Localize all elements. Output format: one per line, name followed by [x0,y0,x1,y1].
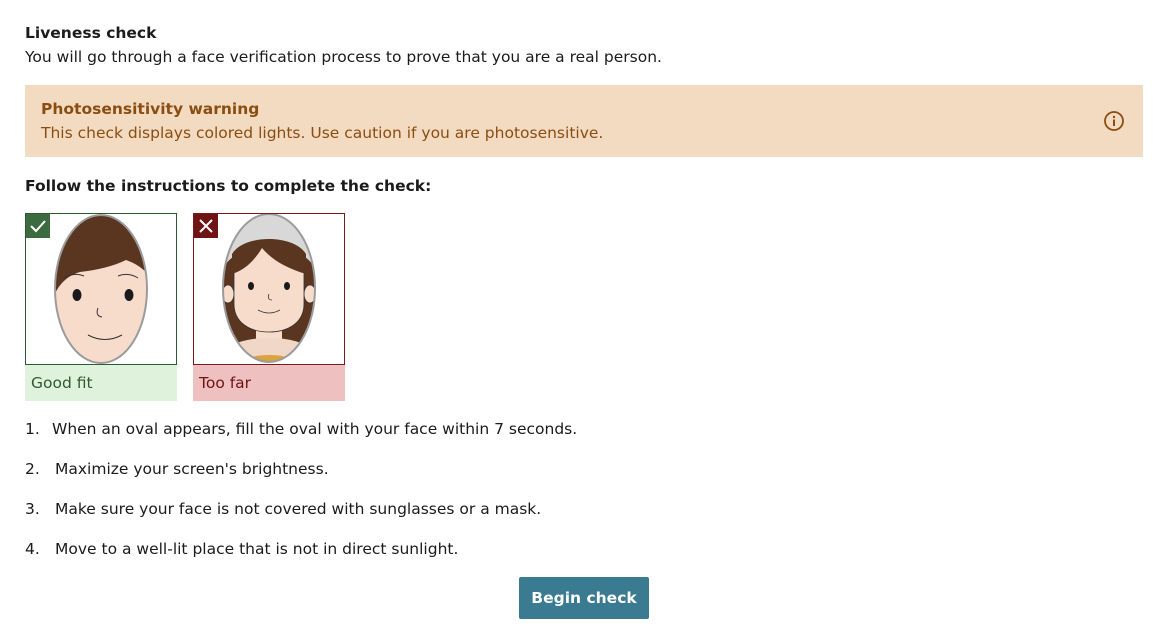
instruction-item: 4. Move to a well-lit place that is not … [25,538,577,578]
step-number: 2. [25,460,40,478]
step-text: Move to a well-lit place that is not in … [55,540,459,558]
photosensitivity-warning: Photosensitivity warning This check disp… [25,85,1143,157]
step-number: 3. [25,500,40,518]
instruction-list: 1. When an oval appears, fill the oval w… [25,418,577,578]
too-far-label: Too far [193,365,345,401]
liveness-header: Liveness check You will go through a fac… [25,22,1143,69]
instruction-item: 1. When an oval appears, fill the oval w… [25,418,577,458]
step-number: 4. [25,540,40,558]
info-icon[interactable] [1103,110,1125,132]
warning-title: Photosensitivity warning [41,100,260,118]
x-icon [194,214,218,238]
instruction-item: 2. Maximize your screen's brightness. [25,458,577,498]
begin-check-button[interactable]: Begin check [519,577,649,619]
instruction-item: 3. Make sure your face is not covered wi… [25,498,577,538]
page-subtitle: You will go through a face verification … [25,48,662,66]
instructions-heading: Follow the instructions to complete the … [25,177,432,195]
step-text: When an oval appears, fill the oval with… [52,420,578,438]
good-fit-image [25,213,177,365]
checkmark-icon [26,214,50,238]
page-title: Liveness check [25,24,157,42]
too-far-image [193,213,345,365]
good-fit-label: Good fit [25,365,177,401]
example-too-far: Too far [193,213,345,401]
step-number: 1. [25,420,40,438]
step-text: Make sure your face is not covered with … [55,500,542,518]
warning-text: This check displays colored lights. Use … [41,124,604,142]
example-good-fit: Good fit [25,213,177,401]
step-text: Maximize your screen's brightness. [55,460,329,478]
